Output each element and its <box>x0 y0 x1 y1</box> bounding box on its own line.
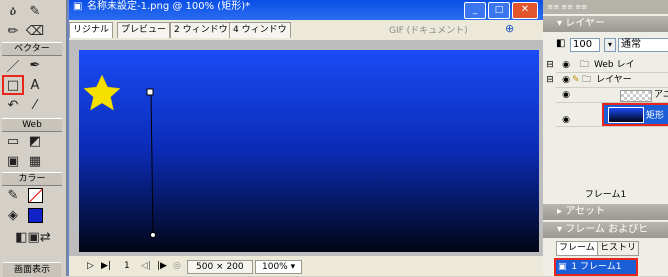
layers-panel-header[interactable]: ▾ レイヤー <box>543 16 668 32</box>
tools-section-color: カラー <box>2 172 62 186</box>
last-frame-icon[interactable]: |▶ <box>157 257 167 276</box>
view-section-label: 画面表示 <box>3 262 61 277</box>
canvas-area <box>69 40 544 256</box>
document-title: 名称未設定-1.png @ 100% (矩形)* <box>87 1 251 12</box>
layer-thumbnail <box>620 90 652 102</box>
freeform-tool-icon[interactable]: ↶ <box>3 96 23 114</box>
tools-panel: ዕ ✎ ✏ ⌫ ベクター ／ ✒ □ A ↶ ⁄ Web ▭ ◩ ▣ ▦ カラー… <box>0 0 67 277</box>
folder-icon: 🗀 <box>582 75 592 85</box>
layer-thumbnail <box>608 107 644 123</box>
layer-row-layer[interactable]: ⊟ ◉ ✎ 🗀 レイヤー <box>546 73 668 88</box>
play-button-icon[interactable]: ▷ <box>87 257 94 276</box>
slice-tool-icon[interactable]: ◩ <box>25 132 45 150</box>
layers-options-row: ◧ 100 ▾ 通常 <box>556 36 668 52</box>
star-shape <box>83 74 121 111</box>
panel-gripper: ≡≡ ≡≡ ≡≡ <box>543 0 668 14</box>
show-slices-icon[interactable]: ▦ <box>25 152 45 170</box>
minimize-button[interactable]: _ <box>464 2 486 19</box>
opacity-input[interactable]: 100 <box>570 38 600 52</box>
expand-toggle-icon[interactable]: ⊟ <box>544 73 556 85</box>
stroke-swatch[interactable] <box>25 186 45 204</box>
document-titlebar: ▣ 名称未設定-1.png @ 100% (矩形)* _ □ ✕ <box>69 0 544 20</box>
layer-row-animation[interactable]: ◉ アニ <box>556 88 668 103</box>
export-format-label: GIF (ドキュメント) <box>389 26 468 36</box>
lasso-tool-icon[interactable]: ዕ <box>3 2 23 20</box>
visibility-eye-icon[interactable]: ◉ <box>560 88 572 100</box>
frame-icon: ▣ <box>558 262 567 272</box>
hotspot-tool-icon[interactable]: ▭ <box>3 132 23 150</box>
rectangle-tool-icon[interactable]: □ <box>2 75 24 95</box>
line-tool-icon[interactable]: ／ <box>3 56 23 75</box>
frame-list-item[interactable]: ▣ 1 フレーム1 <box>554 258 638 276</box>
document-canvas[interactable] <box>79 50 539 252</box>
zoom-value: 100% <box>262 262 288 272</box>
selected-layer-highlight: 矩形 <box>602 103 668 126</box>
tab-history[interactable]: ヒストリ <box>597 241 640 256</box>
visibility-eye-icon[interactable]: ◉ <box>560 109 572 125</box>
folder-icon: 🗀 <box>580 60 590 70</box>
selection-handle-bottom <box>150 232 156 238</box>
fill-swatch[interactable] <box>25 206 45 224</box>
canvas-artwork <box>83 74 156 238</box>
maximize-button[interactable]: □ <box>488 2 510 19</box>
frames-panel-title: フレーム およびヒ <box>565 224 649 235</box>
layers-panel-title: レイヤー <box>565 18 605 29</box>
assets-panel-title: アセット <box>565 206 606 217</box>
tab-frames[interactable]: フレーム <box>556 241 598 256</box>
document-icon: ▣ <box>73 1 83 12</box>
eyedropper-tool-icon[interactable]: ✎ <box>25 2 45 20</box>
layer-name: 矩形 <box>646 111 665 121</box>
frame-item-label: 1 フレーム1 <box>571 262 622 272</box>
visibility-eye-icon[interactable]: ◉ <box>560 58 572 70</box>
document-statusbar: ▷ ▶| 1 ◁| |▶ ◎ 500 × 200 100% ▾ <box>69 257 544 276</box>
knife-tool-icon[interactable]: ⁄ <box>25 96 45 114</box>
layer-row-rectangle[interactable]: ◉ 矩形 <box>556 103 668 127</box>
tab-original[interactable]: リジナル <box>69 22 114 38</box>
visibility-eye-icon[interactable]: ◉ <box>560 73 572 85</box>
optimize-preview-icon[interactable]: ⊕ <box>505 22 514 35</box>
pen-tool-icon[interactable]: ✒ <box>25 56 45 74</box>
opacity-icon: ◧ <box>556 38 566 49</box>
expand-toggle-icon[interactable]: ⊟ <box>544 58 556 70</box>
tab-4-window[interactable]: 4 ウィンドウ <box>229 22 291 38</box>
edit-pencil-icon: ✎ <box>572 75 580 85</box>
assets-panel-header[interactable]: ▸ アセット <box>543 204 668 220</box>
selection-handle-top <box>146 88 154 96</box>
opacity-dropdown-icon[interactable]: ▾ <box>604 38 616 52</box>
canvas-size-display: 500 × 200 <box>187 260 253 274</box>
previous-frame-icon[interactable]: ◁| <box>141 257 151 276</box>
pencil-tool-icon[interactable]: ✏ <box>3 22 23 40</box>
blend-mode-select[interactable]: 通常 <box>618 38 668 52</box>
fill-color-icon[interactable]: ◈ <box>3 206 23 224</box>
layer-name: Web レイ <box>594 60 635 70</box>
selection-guide-line <box>150 91 154 236</box>
frames-panel-header[interactable]: ▾ フレーム およびヒ <box>543 222 668 238</box>
frame-loop-icon[interactable]: ◎ <box>173 257 181 276</box>
document-window: ▣ 名称未設定-1.png @ 100% (矩形)* _ □ ✕ リジナル プレ… <box>67 0 544 276</box>
tab-preview[interactable]: プレビュー <box>117 22 171 38</box>
close-button[interactable]: ✕ <box>512 2 538 19</box>
eraser-tool-icon[interactable]: ⌫ <box>25 22 45 40</box>
frame-label: フレーム1 <box>584 190 627 200</box>
hide-slices-icon[interactable]: ▣ <box>3 152 23 170</box>
layers-panel: ≡≡ ≡≡ ≡≡ ▾ レイヤー ◧ 100 ▾ 通常 ⊟ ◉ 🗀 Web レイ … <box>543 0 668 276</box>
layer-row-web[interactable]: ⊟ ◉ 🗀 Web レイ <box>546 58 668 73</box>
text-tool-icon[interactable]: A <box>25 76 45 94</box>
view-tabs: リジナル プレビュー 2 ウィンドウ 4 ウィンドウ GIF (ドキュメント) … <box>69 22 544 38</box>
color-swap-icons[interactable]: ◧▣⇄ <box>3 228 63 246</box>
layer-name: アニ <box>654 90 668 100</box>
tab-2-window[interactable]: 2 ウィンドウ <box>170 22 232 38</box>
frame-number: 1 <box>124 261 130 271</box>
zoom-select[interactable]: 100% ▾ <box>255 260 303 274</box>
layer-name: レイヤー <box>596 75 632 85</box>
stroke-color-icon[interactable]: ✎ <box>3 186 23 204</box>
next-frame-button-icon[interactable]: ▶| <box>101 257 111 276</box>
tools-section-web: Web <box>2 118 62 132</box>
tools-section-vector: ベクター <box>2 42 62 56</box>
